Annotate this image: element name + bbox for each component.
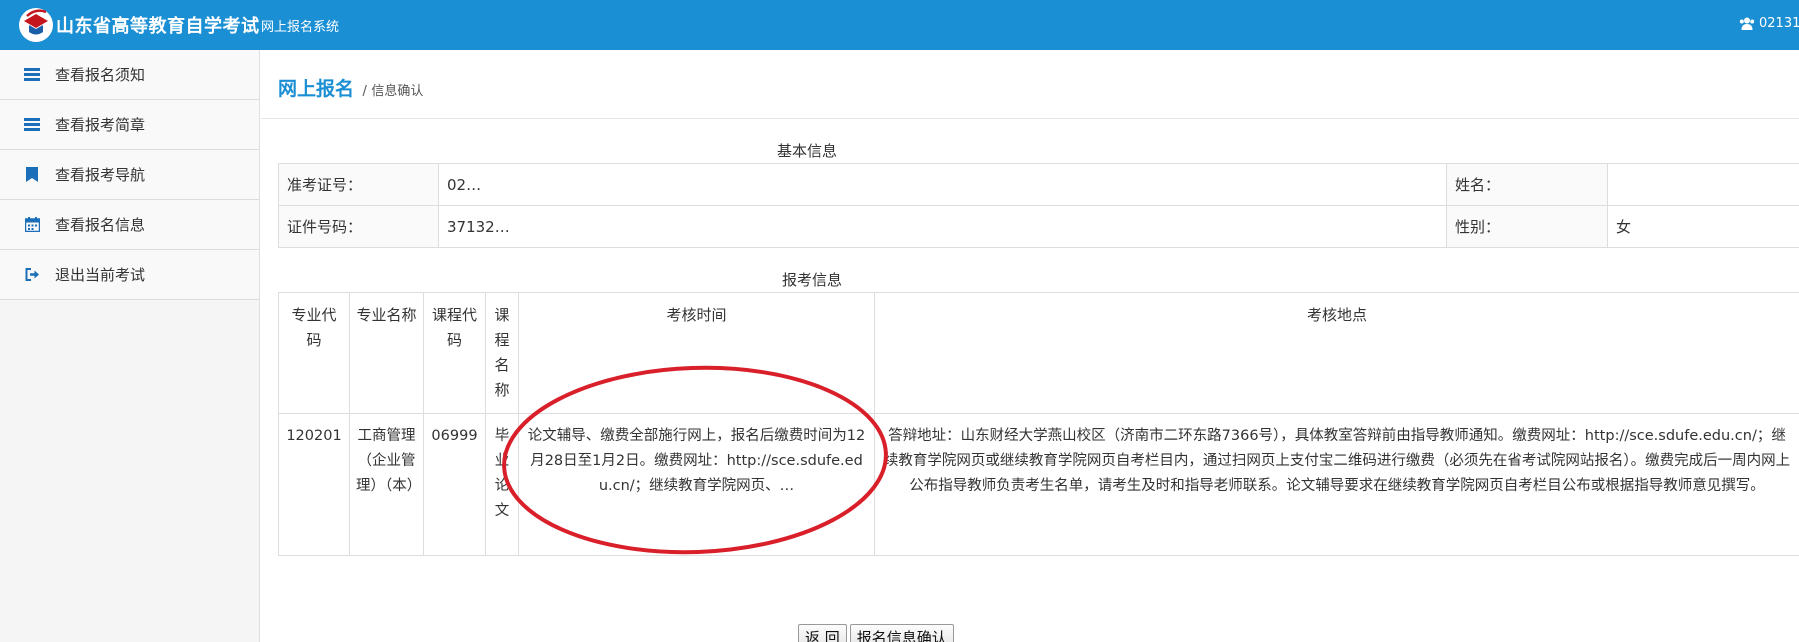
user-id: 02131 [1759,16,1799,31]
column-header: 考核地点 [874,292,1799,414]
breadcrumb-current: 信息确认 [371,84,424,99]
breadcrumb-main[interactable]: 网上报名 [278,78,354,100]
id-number-value: 37132… [438,205,1447,248]
table-row: 证件号码： 37132… 性别： 女 [278,205,1799,248]
exam-time-cell: 论文辅导、缴费全部施行网上，报名后缴费时间为12月28日至1月2日。缴费网址：h… [518,413,875,556]
sidebar-item-label: 查看报考导航 [55,166,146,184]
sidebar-item-exam-brochure[interactable]: 查看报考简章 [0,100,259,150]
top-header: 山东省高等教育自学考试 网上报名系统 02131 [0,0,1799,50]
sidebar-item-label: 查看报名须知 [55,66,146,84]
name-label: 姓名： [1446,163,1608,206]
divider [261,118,1799,119]
users-icon [1739,17,1755,30]
table-header-row: 专业代码 专业名称 课程代码 课程名称 考核时间 考核地点 [278,292,1799,414]
column-header: 课程名称 [485,292,519,414]
confirm-registration-button[interactable]: 报名信息确认 [849,624,954,642]
major-name-cell: 工商管理（企业管理）（本） [349,413,424,556]
gender-value: 女 [1607,205,1799,248]
action-buttons: 返 回 报名信息确认 [798,624,954,642]
column-header: 考核时间 [518,292,875,414]
sidebar-item-label: 查看报名信息 [55,216,146,234]
column-header: 专业名称 [349,292,424,414]
name-value [1607,163,1799,206]
gender-label: 性别： [1446,205,1608,248]
sign-out-icon [23,266,41,284]
exam-location-cell: 答辩地址：山东财经大学燕山校区（济南市二环东路7366号），具体教室答辩前由指导… [874,413,1799,556]
course-code-cell: 06999 [423,413,486,556]
sidebar-item-registration-info[interactable]: 查看报名信息 [0,200,259,250]
list-icon [23,66,41,84]
table-row: 准考证号： 02… 姓名： [278,163,1799,206]
table-row: 120201 工商管理（企业管理）（本） 06999 毕业论文 论文辅导、缴费全… [278,413,1799,556]
sidebar-item-label: 查看报考简章 [55,116,146,134]
breadcrumb: 网上报名 / 信息确认 [278,74,423,101]
column-header: 课程代码 [423,292,486,414]
sidebar: 查看报名须知 查看报考简章 查看报考导航 查看报名信息 退出当前考试 [0,50,260,642]
basic-info-title: 基本信息 [777,142,838,160]
exam-info-title: 报考信息 [782,271,843,289]
list-icon [23,116,41,134]
app-title: 山东省高等教育自学考试 [56,16,260,37]
bookmark-icon [23,166,41,184]
app-subtitle: 网上报名系统 [261,20,340,35]
calendar-icon [23,216,41,234]
sidebar-item-exam-navigation[interactable]: 查看报考导航 [0,150,259,200]
admission-number-value: 02… [438,163,1447,206]
sidebar-item-registration-notice[interactable]: 查看报名须知 [0,50,259,100]
course-name-cell: 毕业论文 [485,413,519,556]
major-code-cell: 120201 [278,413,350,556]
basic-info-table: 准考证号： 02… 姓名： 证件号码： 37132… 性别： 女 [278,163,1799,248]
sidebar-item-exit-exam[interactable]: 退出当前考试 [0,250,259,300]
back-button[interactable]: 返 回 [798,624,847,642]
breadcrumb-separator: / [362,84,367,99]
exam-info-table: 专业代码 专业名称 课程代码 课程名称 考核时间 考核地点 120201 工商管… [278,292,1799,556]
main-content: 网上报名 / 信息确认 基本信息 准考证号： 02… 姓名： 证件号码： 371… [261,50,1799,642]
column-header: 专业代码 [278,292,350,414]
id-number-label: 证件号码： [278,205,439,248]
graduation-cap-logo [19,8,53,42]
sidebar-item-label: 退出当前考试 [55,266,146,284]
admission-number-label: 准考证号： [278,163,439,206]
user-menu[interactable]: 02131 [1739,16,1799,31]
